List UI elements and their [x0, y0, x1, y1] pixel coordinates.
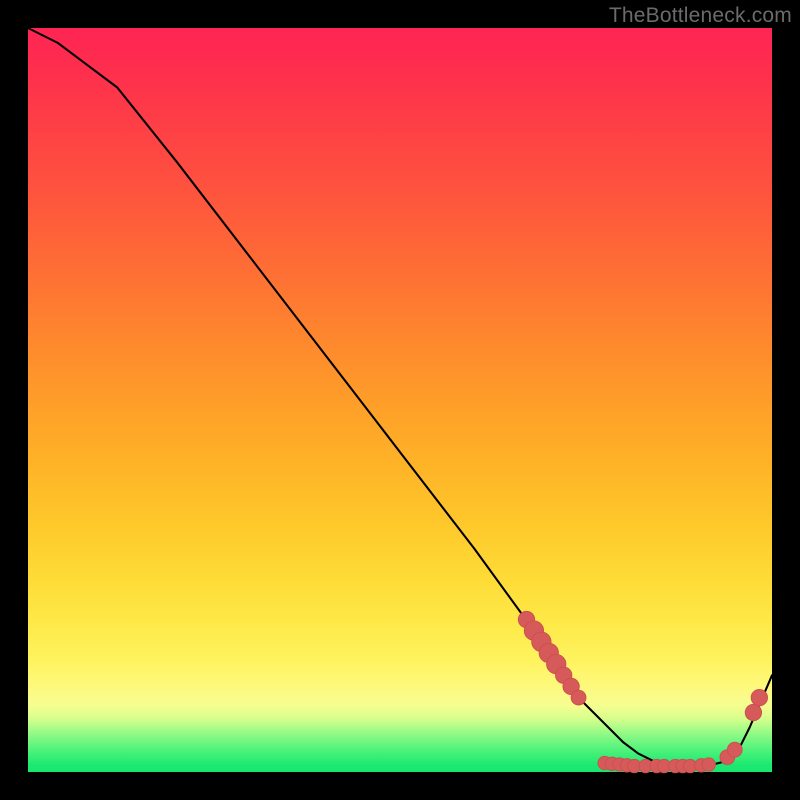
bottleneck-curve	[28, 28, 772, 766]
marker-dot	[571, 690, 586, 705]
marker-dot	[751, 689, 767, 705]
marker-dot	[727, 742, 742, 757]
data-markers	[518, 611, 767, 772]
curve-layer	[28, 28, 772, 772]
chart-stage: TheBottleneck.com	[0, 0, 800, 800]
marker-dot	[745, 704, 761, 720]
plot-area	[28, 28, 772, 772]
watermark-text: TheBottleneck.com	[609, 4, 792, 28]
marker-dot	[702, 758, 715, 771]
